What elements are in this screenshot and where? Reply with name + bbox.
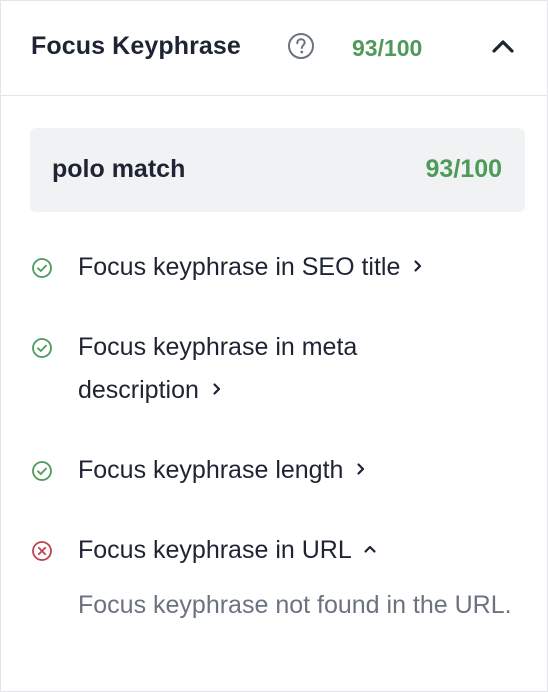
chevron-up-icon[interactable] [485,29,521,65]
panel-header[interactable]: Focus Keyphrase 93/100 [1,1,547,96]
chevron-right-icon[interactable] [410,258,426,274]
check-circle-icon [32,258,52,278]
focus-keyphrase-panel: Focus Keyphrase 93/100 polo match 93/100… [0,0,548,692]
result-meta-description[interactable]: Focus keyphrase in meta description [31,326,531,414]
chevron-right-icon[interactable] [209,381,225,397]
chevron-up-icon[interactable] [362,541,378,557]
x-circle-icon [32,541,52,561]
keyphrase-score: 93/100 [425,155,502,183]
result-label: Focus keyphrase in URL [78,536,352,564]
keyphrase-text: polo match [52,155,186,183]
keyphrase-card: polo match 93/100 [30,128,525,212]
result-keyphrase-in-url[interactable]: Focus keyphrase in URL [31,529,531,573]
header-score: 93/100 [352,35,423,61]
result-detail-text: Focus keyphrase not found in the URL. [78,591,512,619]
question-circle-icon[interactable] [287,32,315,60]
result-keyphrase-length[interactable]: Focus keyphrase length [31,449,531,493]
result-label: Focus keyphrase length [78,456,344,484]
chevron-right-icon[interactable] [353,461,369,477]
result-label: Focus keyphrase in SEO title [78,253,401,281]
result-seo-title[interactable]: Focus keyphrase in SEO title [31,246,531,290]
check-circle-icon [32,461,52,481]
check-circle-icon [32,338,52,358]
panel-title: Focus Keyphrase [31,32,241,60]
